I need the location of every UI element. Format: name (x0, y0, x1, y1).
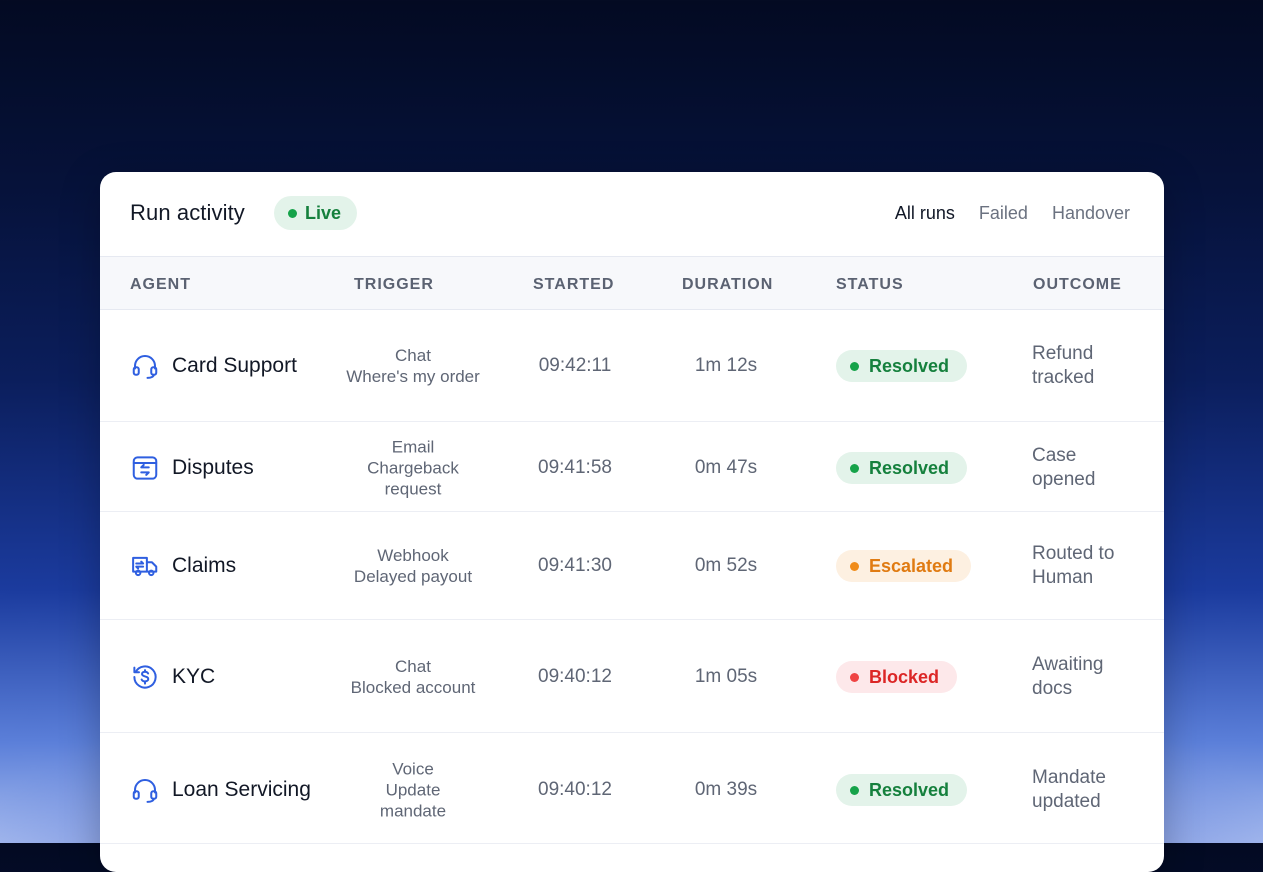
tab-all-runs[interactable]: All runs (895, 203, 955, 224)
table-row[interactable]: Claims Webhook Delayed payout 09:41:30 0m… (100, 512, 1164, 620)
status-badge: Resolved (836, 350, 968, 382)
table-row[interactable]: Card Support Chat Where's my order 09:42:… (100, 310, 1164, 422)
table-row[interactable]: KYC Chat Blocked account 09:40:12 1m 05s … (100, 620, 1164, 733)
outcome-cell: Mandate updated (1032, 766, 1106, 814)
table-header: AGENT TRIGGER STARTED DURATION STATUS OU… (100, 257, 1164, 310)
live-badge: Live (274, 196, 358, 230)
status-dot-icon (850, 561, 859, 571)
status-label: Resolved (869, 355, 950, 376)
trigger-line: Blocked account (350, 678, 476, 697)
duration-cell: 0m 52s (694, 555, 758, 576)
outcome-cell: Refund tracked (1032, 342, 1094, 390)
status-badge: Resolved (836, 452, 968, 484)
status-dot-icon (850, 785, 859, 795)
status-label: Blocked (869, 666, 940, 687)
column-header-outcome[interactable]: OUTCOME (1033, 276, 1122, 294)
agent-name: KYC (172, 665, 216, 688)
outcome-line: Awaiting (1032, 654, 1104, 675)
headset-icon (130, 775, 160, 805)
outcome-line: tracked (1032, 367, 1095, 388)
status-label: Resolved (869, 779, 950, 800)
column-header-trigger[interactable]: TRIGGER (354, 276, 434, 294)
outcome-line: Case (1032, 445, 1077, 466)
tab-handover[interactable]: Handover (1052, 203, 1130, 224)
status-label: Resolved (869, 457, 950, 478)
status-badge: Blocked (836, 661, 958, 693)
outcome-line: Refund (1032, 343, 1094, 364)
agent-cell[interactable]: Loan Servicing (130, 775, 311, 805)
outcome-line: opened (1032, 469, 1096, 490)
table-row[interactable]: Loan Servicing Voice Update mandate 09:40:… (100, 733, 1164, 844)
duration-cell: 1m 12s (694, 355, 758, 376)
trigger-line: Webhook (377, 546, 449, 565)
trigger-line: Delayed payout (353, 567, 473, 586)
run-activity-card: Run activity Live All runs Failed Handov… (100, 172, 1164, 872)
trigger-cell: Chat Where's my order (313, 345, 513, 387)
started-cell: 09:41:58 (538, 457, 612, 478)
trigger-line: request (384, 479, 442, 499)
trigger-line: Voice (392, 759, 434, 779)
truck-icon (130, 551, 160, 581)
agent-cell[interactable]: Card Support (130, 351, 297, 381)
live-dot-icon (288, 208, 297, 218)
refund-dollar-icon (130, 662, 160, 692)
trigger-line: Update (385, 780, 441, 800)
status-dot-icon (850, 463, 859, 473)
filter-tabs: All runs Failed Handover (895, 203, 1130, 224)
agent-name: Card Support (172, 354, 297, 377)
trigger-line: Where's my order (346, 367, 480, 386)
column-header-started[interactable]: STARTED (533, 276, 614, 294)
started-cell: 09:40:12 (538, 666, 612, 687)
card-title: Run activity (130, 200, 245, 225)
exchange-icon (130, 453, 160, 483)
outcome-line: updated (1032, 791, 1101, 812)
outcome-line: Human (1032, 567, 1094, 588)
status-label: Escalated (869, 555, 954, 576)
trigger-line: mandate (379, 801, 447, 821)
table-body: Card Support Chat Where's my order 09:42:… (100, 310, 1164, 844)
outcome-cell: Routed to Human (1032, 542, 1114, 590)
outcome-cell: Awaiting docs (1032, 653, 1103, 701)
card-header: Run activity Live All runs Failed Handov… (100, 172, 1164, 257)
outcome-cell: Case opened (1032, 444, 1095, 492)
started-cell: 09:41:30 (538, 555, 612, 576)
tab-failed[interactable]: Failed (979, 203, 1028, 224)
duration-cell: 0m 39s (694, 779, 758, 800)
trigger-cell: Voice Update mandate (313, 759, 513, 822)
trigger-line: Chat (395, 346, 431, 365)
duration-cell: 0m 47s (694, 457, 758, 478)
table-row[interactable]: Disputes Email Chargeback request 09:41:58… (100, 422, 1164, 512)
outcome-line: docs (1032, 678, 1073, 699)
started-cell: 09:42:11 (538, 355, 612, 376)
duration-cell: 1m 05s (694, 666, 758, 687)
trigger-cell: Webhook Delayed payout (313, 545, 513, 587)
column-header-agent[interactable]: AGENT (130, 276, 191, 294)
agent-cell[interactable]: Disputes (130, 453, 254, 483)
agent-name: Loan Servicing (172, 778, 311, 801)
agent-name: Claims (172, 554, 237, 577)
live-label: Live (305, 202, 342, 223)
column-header-status[interactable]: STATUS (836, 276, 904, 294)
trigger-line: Chat (395, 657, 431, 676)
status-dot-icon (850, 361, 859, 371)
trigger-line: Email (391, 437, 435, 457)
trigger-cell: Email Chargeback request (313, 437, 513, 500)
status-badge: Resolved (836, 774, 968, 806)
agent-cell[interactable]: Claims (130, 551, 236, 581)
trigger-cell: Chat Blocked account (313, 656, 513, 698)
status-dot-icon (850, 672, 859, 682)
started-cell: 09:40:12 (538, 779, 612, 800)
headset-icon (130, 351, 160, 381)
status-badge: Escalated (836, 550, 972, 582)
outcome-line: Routed to (1032, 543, 1115, 564)
agent-name: Disputes (172, 456, 254, 479)
column-header-duration[interactable]: DURATION (682, 276, 773, 294)
agent-cell[interactable]: KYC (130, 662, 215, 692)
outcome-line: Mandate (1032, 767, 1106, 788)
trigger-line: Chargeback (367, 458, 459, 478)
